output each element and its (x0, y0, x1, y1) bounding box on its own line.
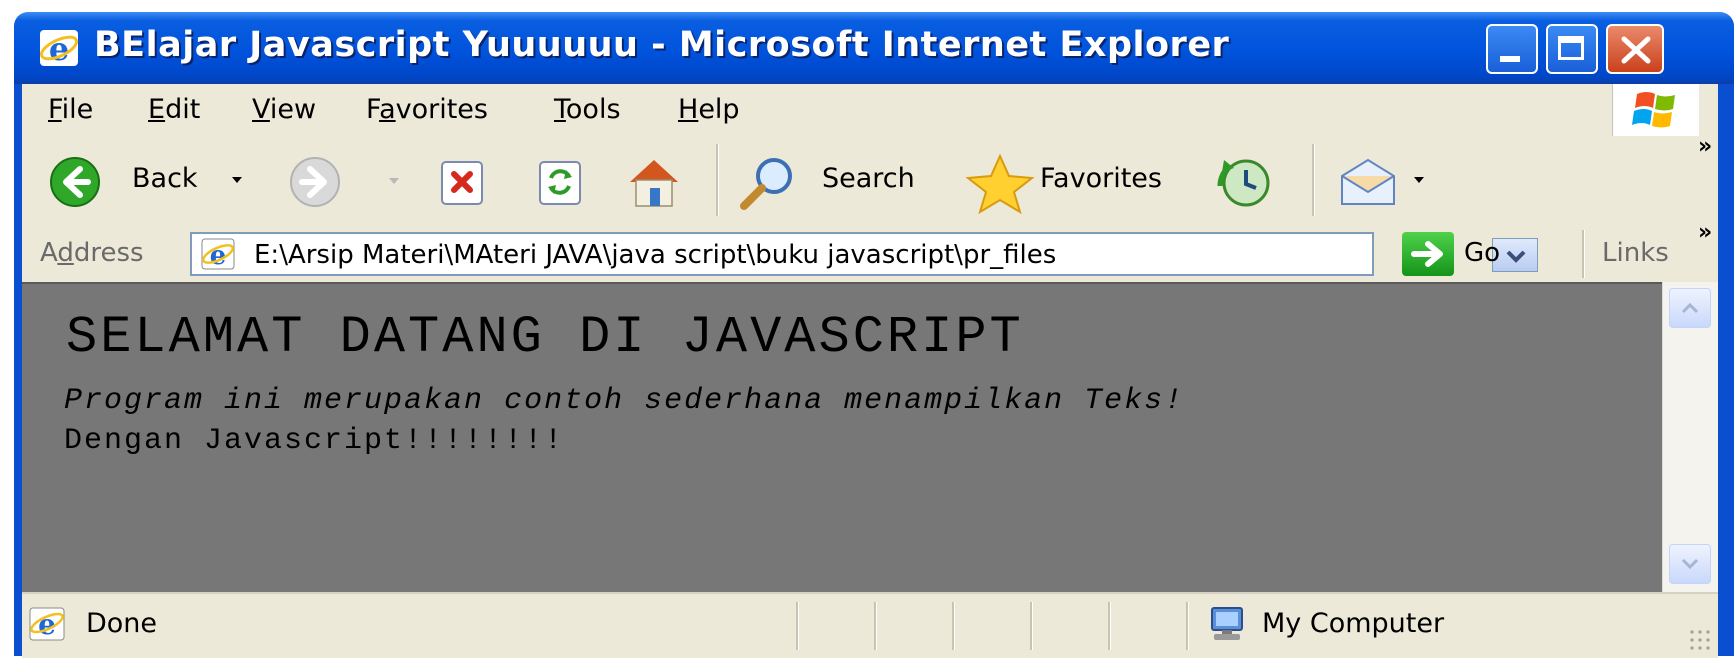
window-frame-right (1718, 84, 1734, 656)
status-separator (1030, 602, 1033, 650)
forward-arrow-icon[interactable] (288, 156, 342, 208)
window-title: BElajar Javascript Yuuuuuu - Microsoft I… (94, 25, 1230, 65)
favorites-star-icon[interactable] (960, 152, 1040, 214)
status-bar: e Done My Computer (22, 592, 1718, 658)
my-computer-icon (1211, 607, 1243, 640)
toolbar-separator (1312, 144, 1315, 216)
chevron-down-icon (1681, 558, 1699, 570)
scroll-down-button[interactable] (1669, 544, 1711, 584)
back-button-label[interactable]: Back (132, 163, 198, 194)
status-separator (1186, 602, 1189, 650)
back-arrow-icon[interactable] (48, 156, 102, 208)
vertical-scrollbar[interactable] (1662, 282, 1719, 592)
ie-logo-icon: e (39, 30, 79, 68)
history-icon[interactable] (1216, 156, 1272, 210)
forward-dropdown-icon (389, 178, 399, 184)
mail-dropdown-icon[interactable] (1412, 174, 1426, 186)
page-text-line-2: Dengan Javascript!!!!!!!! (64, 424, 565, 458)
page-heading: SELAMAT DATANG DI JAVASCRIPT (66, 308, 1024, 367)
window-frame-left (14, 84, 22, 656)
page-icon: e (201, 238, 235, 271)
maximize-button[interactable] (1546, 24, 1598, 74)
search-icon[interactable] (736, 154, 800, 214)
page-text-line-1: Program ini merupakan contoh sederhana m… (64, 384, 1185, 418)
svg-text:e: e (38, 608, 56, 641)
back-dropdown-icon[interactable] (230, 174, 244, 186)
links-label[interactable]: Links (1602, 238, 1669, 268)
toolbar-overflow-chevron[interactable]: » (1698, 134, 1712, 159)
menu-edit[interactable]: Edit (148, 94, 200, 125)
search-button-label[interactable]: Search (822, 163, 915, 194)
links-overflow-chevron[interactable]: » (1698, 220, 1712, 245)
status-separator (1108, 602, 1111, 650)
scroll-up-button[interactable] (1669, 288, 1711, 328)
refresh-icon[interactable] (536, 158, 586, 208)
chevron-up-icon (1681, 302, 1699, 314)
page-content: SELAMAT DATANG DI JAVASCRIPT Program ini… (22, 282, 1662, 592)
status-separator (796, 602, 799, 650)
go-button[interactable] (1402, 232, 1454, 276)
menu-view[interactable]: View (252, 94, 316, 125)
close-button[interactable] (1606, 24, 1664, 74)
status-separator (874, 602, 877, 650)
stop-icon[interactable] (438, 158, 488, 208)
close-icon (1621, 36, 1651, 64)
resize-grip[interactable] (1688, 628, 1712, 652)
menu-help[interactable]: Help (678, 94, 740, 125)
menu-bar: File Edit View Favorites Tools Help (22, 84, 1734, 137)
address-value: E:\Arsip Materi\MAteri JAVA\java script\… (254, 240, 1057, 270)
address-separator (1582, 230, 1585, 278)
go-arrow-icon (1411, 241, 1443, 267)
menu-tools[interactable]: Tools (554, 94, 621, 125)
address-input[interactable]: e E:\Arsip Materi\MAteri JAVA\java scrip… (190, 232, 1538, 276)
go-label[interactable]: Go (1464, 238, 1500, 268)
address-label: Address (40, 238, 144, 268)
chevron-down-icon (1506, 250, 1526, 263)
mail-icon[interactable] (1338, 156, 1398, 208)
menu-file[interactable]: File (48, 94, 93, 125)
security-zone-label: My Computer (1262, 608, 1445, 639)
favorites-button-label[interactable]: Favorites (1040, 163, 1162, 194)
standard-toolbar: Back Search Favorites » (22, 134, 1734, 227)
status-text: Done (86, 608, 158, 639)
address-bar: Address e E:\Arsip Materi\MAteri JAVA\ja… (22, 220, 1734, 282)
page-status-icon: e (29, 607, 65, 641)
title-bar[interactable]: e BElajar Javascript Yuuuuuu - Microsoft… (14, 12, 1734, 84)
home-icon[interactable] (624, 152, 684, 212)
ie-window: e BElajar Javascript Yuuuuuu - Microsoft… (0, 0, 1734, 658)
minimize-button[interactable] (1486, 24, 1538, 74)
toolbar-separator (716, 144, 719, 216)
svg-text:e: e (49, 30, 69, 68)
status-separator (952, 602, 955, 650)
menu-favorites[interactable]: Favorites (366, 94, 488, 125)
windows-logo (1612, 84, 1699, 136)
windows-flag-icon (1632, 92, 1675, 128)
